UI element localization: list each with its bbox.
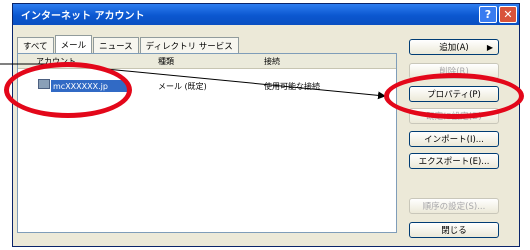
tab-all[interactable]: すべて — [17, 37, 54, 53]
close-button[interactable]: 閉じる — [409, 222, 499, 238]
column-connection[interactable]: 接続 — [264, 56, 280, 67]
title-bar: インターネット アカウント ? ✕ — [13, 4, 519, 25]
export-button[interactable]: エクスポート(E)... — [409, 153, 499, 169]
tab-news[interactable]: ニュース — [93, 37, 139, 53]
highlight-ellipse-properties — [384, 73, 524, 119]
import-button[interactable]: インポート(I)... — [409, 131, 499, 147]
add-arrow-icon: ▶ — [486, 42, 493, 52]
add-button-label: 追加(A) — [439, 43, 469, 53]
help-icon[interactable]: ? — [479, 6, 497, 23]
tab-directory-service[interactable]: ディレクトリ サービス — [139, 37, 239, 53]
highlight-ellipse-account — [4, 62, 132, 118]
set-order-button[interactable]: 順序の設定(S)... — [409, 198, 499, 214]
account-type: メール (既定) — [158, 82, 207, 91]
column-type[interactable]: 種類 — [158, 56, 174, 67]
close-window-icon[interactable]: ✕ — [499, 6, 517, 23]
tab-strip: すべて メール ニュース ディレクトリ サービス — [17, 35, 240, 53]
account-connection: 使用可能な接続 — [264, 82, 320, 91]
window-title: インターネット アカウント — [21, 11, 145, 22]
tab-mail[interactable]: メール — [54, 35, 93, 53]
add-button[interactable]: 追加(A) ▶ — [409, 39, 499, 55]
